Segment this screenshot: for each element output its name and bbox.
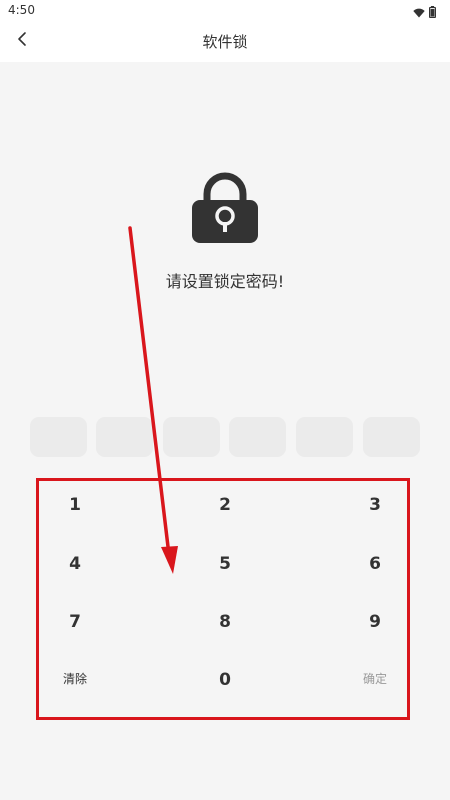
key-4[interactable]: 4: [35, 542, 115, 586]
confirm-button[interactable]: 确定: [335, 656, 415, 700]
pin-box-6: [363, 417, 420, 457]
lock-icon: [190, 172, 260, 244]
app-bar: 软件锁: [0, 20, 450, 62]
pin-box-4: [229, 417, 286, 457]
status-time: 4:50: [8, 3, 35, 17]
status-bar: 4:50: [0, 0, 450, 20]
pin-box-2: [96, 417, 153, 457]
key-3[interactable]: 3: [335, 483, 415, 527]
pin-box-1: [30, 417, 87, 457]
clear-button[interactable]: 清除: [35, 656, 115, 700]
key-8[interactable]: 8: [185, 600, 265, 644]
key-0[interactable]: 0: [185, 658, 265, 702]
key-2[interactable]: 2: [185, 483, 265, 527]
pin-box-3: [163, 417, 220, 457]
set-password-prompt: 请设置锁定密码!: [165, 272, 285, 291]
keypad: 1 2 3 4 5 6 7 8 9 清除 0 确定: [0, 476, 450, 716]
key-6[interactable]: 6: [335, 542, 415, 586]
pin-box-5: [296, 417, 353, 457]
key-1[interactable]: 1: [35, 483, 115, 527]
key-9[interactable]: 9: [335, 600, 415, 644]
pin-boxes: [30, 417, 420, 457]
key-7[interactable]: 7: [35, 600, 115, 644]
page-title: 软件锁: [202, 33, 248, 51]
key-5[interactable]: 5: [185, 542, 265, 586]
